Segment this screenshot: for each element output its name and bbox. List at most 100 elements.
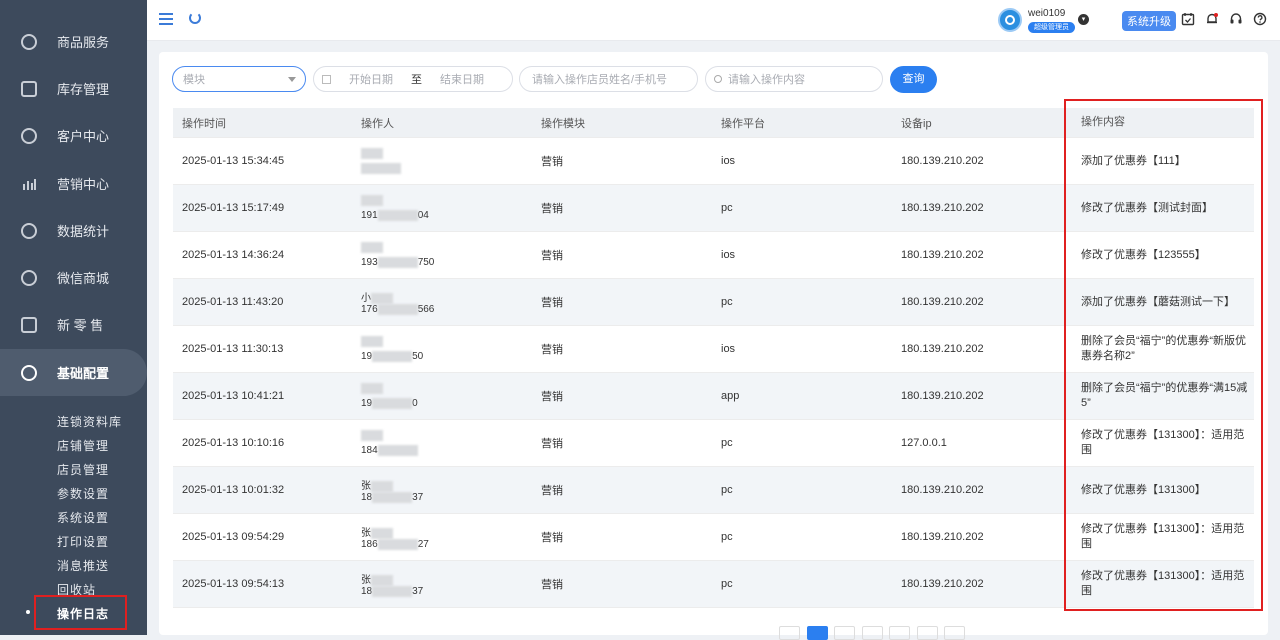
operator-search-input[interactable]: 请输入操作店员姓名/手机号 xyxy=(519,66,698,92)
sidebar: 商品服务 库存管理 客户中心 营销中心 数据统计 微信商城 新 零 售 基础配置… xyxy=(0,0,147,635)
table-row: 2025-01-13 10:41:21 19 0 营销 app 180.139.210.2… xyxy=(173,373,1254,420)
cell-ip: 127.0.0.1 xyxy=(901,437,947,449)
operator-phone: 186 27 xyxy=(361,539,429,550)
submenu-item-chain-library[interactable]: 连锁资料库 xyxy=(57,413,122,430)
cell-content: 修改了优惠券【123555】 xyxy=(1081,248,1206,261)
page-button[interactable] xyxy=(889,626,911,640)
sidebar-item-label: 新 零 售 xyxy=(57,318,104,333)
submenu-item-staff-management[interactable]: 店员管理 xyxy=(57,461,109,478)
end-date-field[interactable]: 结束日期 xyxy=(440,71,484,87)
module-select-placeholder: 模块 xyxy=(183,74,205,86)
query-button[interactable]: 查询 xyxy=(890,66,937,93)
prev-page-button[interactable] xyxy=(779,626,800,640)
operator-phone-suffix: 0 xyxy=(412,398,418,410)
wechat-icon xyxy=(21,269,37,286)
operator-phone: 176 566 xyxy=(361,304,434,315)
search-icon xyxy=(714,75,722,83)
cell-content: 修改了优惠券【131300】：适用范围 xyxy=(1081,523,1245,550)
operator-name xyxy=(361,430,383,441)
sidebar-item-marketing[interactable]: 营销中心 xyxy=(0,160,147,207)
redacted-blur xyxy=(377,445,418,456)
next-page-button[interactable] xyxy=(944,626,966,640)
cell-operator: 张 18 37 xyxy=(361,561,531,607)
sidebar-submenu: 连锁资料库 店铺管理 店员管理 参数设置 系统设置 打印设置 消息推送 回收站 … xyxy=(0,397,147,635)
cell-time: 2025-01-13 15:17:49 xyxy=(182,202,285,214)
cell-platform: pc xyxy=(721,484,733,496)
active-dot-icon xyxy=(26,610,30,614)
submenu-item-message-push[interactable]: 消息推送 xyxy=(57,557,109,574)
cell-module: 营销 xyxy=(541,344,563,356)
cell-module: 营销 xyxy=(541,297,563,309)
sidebar-item-customer[interactable]: 客户中心 xyxy=(0,112,147,159)
help-icon[interactable] xyxy=(1253,12,1267,26)
submenu-item-system-settings[interactable]: 系统设置 xyxy=(57,509,109,526)
sidebar-item-statistics[interactable]: 数据统计 xyxy=(0,207,147,254)
cell-module: 营销 xyxy=(541,203,563,215)
operator-phone-suffix: 04 xyxy=(417,210,429,222)
submenu-item-operation-log[interactable]: 操作日志 xyxy=(57,605,109,622)
operator-phone-prefix: 191 xyxy=(361,210,378,222)
redacted-blur xyxy=(361,430,383,441)
cell-ip: 180.139.210.202 xyxy=(901,155,984,167)
cell-content: 添加了优惠券【蘑菇测试一下】 xyxy=(1081,295,1235,308)
operator-phone: 184 xyxy=(361,445,418,456)
sidebar-item-basic-config[interactable]: 基础配置 xyxy=(0,349,147,396)
calendar-check-icon[interactable] xyxy=(1181,12,1195,26)
operator-phone: 18 37 xyxy=(361,492,423,503)
sidebar-item-goods[interactable]: 商品服务 xyxy=(0,18,147,65)
operator-phone xyxy=(361,163,401,174)
operator-name: 张 xyxy=(361,477,393,492)
cell-time: 2025-01-13 11:30:13 xyxy=(182,343,284,355)
page-button[interactable] xyxy=(861,626,883,640)
start-date-field[interactable]: 开始日期 xyxy=(349,71,393,87)
cell-platform: pc xyxy=(721,531,733,543)
refresh-icon[interactable] xyxy=(189,12,201,24)
operator-phone-suffix: 37 xyxy=(412,492,424,504)
submenu-item-store-management[interactable]: 店铺管理 xyxy=(57,437,109,454)
cell-platform: pc xyxy=(721,578,733,590)
page-button[interactable] xyxy=(834,626,856,640)
submenu-item-recycle-bin[interactable]: 回收站 xyxy=(57,581,96,598)
cell-module: 营销 xyxy=(541,250,563,262)
header-platform: 操作平台 xyxy=(721,117,765,130)
table-row: 2025-01-13 09:54:29 张 186 27 营销 pc 180.139.210… xyxy=(173,514,1254,561)
cell-ip: 180.139.210.202 xyxy=(901,296,984,308)
sidebar-item-wechat-mall[interactable]: 微信商城 xyxy=(0,254,147,301)
operator-phone-prefix: 18 xyxy=(361,492,373,504)
page-button[interactable] xyxy=(916,626,938,640)
content-search-input[interactable]: 请输入操作内容 xyxy=(705,66,883,92)
upgrade-button[interactable]: 系统升级 xyxy=(1122,11,1176,31)
operator-name: 张 xyxy=(361,571,393,586)
bell-icon[interactable] xyxy=(1205,12,1219,26)
cell-operator: 张 18 37 xyxy=(361,467,531,513)
redacted-blur xyxy=(372,492,413,503)
date-range-picker[interactable]: 开始日期 至 结束日期 xyxy=(313,66,513,92)
cell-platform: pc xyxy=(721,296,733,308)
cell-ip: 180.139.210.202 xyxy=(901,202,984,214)
cell-operator: 张 186 27 xyxy=(361,514,531,560)
submenu-item-parameter-settings[interactable]: 参数设置 xyxy=(57,485,109,502)
bag-icon xyxy=(21,33,37,50)
operator-phone: 19 0 xyxy=(361,398,418,409)
statistics-icon xyxy=(21,222,37,239)
cell-ip: 180.139.210.202 xyxy=(901,249,984,261)
page-button-current[interactable] xyxy=(806,626,828,640)
submenu-item-print-settings[interactable]: 打印设置 xyxy=(57,533,109,550)
module-select[interactable]: 模块 xyxy=(172,66,306,92)
operator-name xyxy=(361,336,383,347)
operator-phone-suffix: 37 xyxy=(412,586,424,598)
redacted-blur xyxy=(371,480,393,492)
headset-icon[interactable] xyxy=(1229,12,1243,26)
avatar[interactable] xyxy=(998,8,1022,32)
operator-name xyxy=(361,383,383,394)
operator-phone-prefix: 193 xyxy=(361,257,378,269)
menu-toggle-icon[interactable] xyxy=(159,13,173,25)
marketing-chart-icon xyxy=(21,176,37,192)
cube-icon xyxy=(21,316,37,333)
sidebar-item-new-retail[interactable]: 新 零 售 xyxy=(0,301,147,348)
sidebar-item-inventory[interactable]: 库存管理 xyxy=(0,65,147,112)
cell-content: 修改了优惠券【测试封面】 xyxy=(1081,201,1213,214)
chevron-down-icon[interactable]: ▾ xyxy=(1078,14,1089,25)
table-row: 2025-01-13 15:17:49 191 04 营销 pc 180.139.210.… xyxy=(173,185,1254,232)
header-module: 操作模块 xyxy=(541,117,585,130)
